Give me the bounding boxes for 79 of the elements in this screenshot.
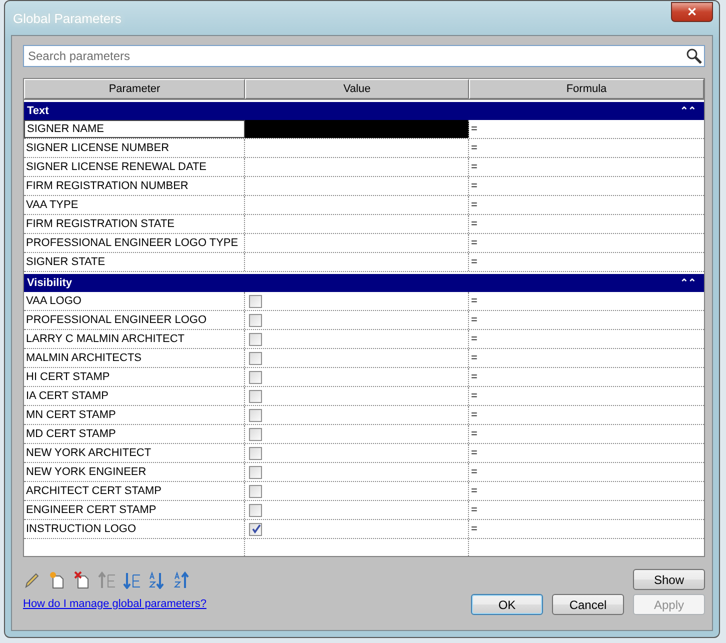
checkbox[interactable] bbox=[249, 314, 262, 326]
checkbox[interactable] bbox=[249, 390, 262, 402]
formula-text: = bbox=[471, 447, 478, 459]
formula-text: = bbox=[471, 237, 478, 249]
window-title: Global Parameters bbox=[12, 10, 122, 26]
edit-icon[interactable] bbox=[23, 570, 41, 588]
formula-text: = bbox=[471, 466, 478, 478]
group-title: Text bbox=[27, 105, 49, 117]
checkbox[interactable] bbox=[249, 294, 262, 308]
checkbox[interactable] bbox=[249, 522, 262, 536]
parameter-name[interactable]: SIGNER NAME bbox=[24, 120, 245, 138]
checkbox[interactable] bbox=[249, 352, 262, 364]
formula-text: = bbox=[471, 142, 478, 154]
formula-text: = bbox=[471, 218, 478, 230]
column-header[interactable]: Parameter bbox=[24, 79, 245, 99]
sort-ascending-icon[interactable] bbox=[148, 570, 166, 588]
move-down-icon[interactable] bbox=[123, 570, 141, 588]
formula-text: = bbox=[471, 371, 478, 383]
formula-text: = bbox=[471, 314, 478, 326]
checkbox[interactable] bbox=[249, 504, 262, 516]
checkbox[interactable] bbox=[249, 408, 262, 422]
formula-text: = bbox=[471, 295, 478, 307]
parameter-name[interactable]: SIGNER LICENSE RENEWAL DATE bbox=[24, 158, 245, 176]
parameter-name[interactable]: ARCHITECT CERT STAMP bbox=[24, 482, 245, 500]
show-button[interactable]: Show bbox=[633, 569, 705, 590]
parameter-name[interactable]: PROFESSIONAL ENGINEER LOGO TYPE bbox=[24, 234, 245, 252]
delete-icon[interactable] bbox=[73, 570, 91, 588]
parameter-name[interactable]: FIRM REGISTRATION NUMBER bbox=[24, 177, 245, 195]
collapse-toggle[interactable]: ⌃⌃ bbox=[680, 277, 696, 289]
parameter-name[interactable]: MD CERT STAMP bbox=[24, 425, 245, 443]
collapse-toggle[interactable]: ⌃⌃ bbox=[680, 105, 696, 117]
parameter-name[interactable]: INSTRUCTION LOGO bbox=[24, 520, 245, 538]
column-header[interactable]: Value bbox=[245, 79, 469, 99]
sort-descending-icon[interactable] bbox=[173, 570, 191, 588]
formula-text: = bbox=[471, 256, 478, 268]
checkbox[interactable] bbox=[249, 446, 262, 460]
formula-text: = bbox=[471, 523, 478, 535]
new-icon[interactable] bbox=[48, 570, 66, 588]
parameter-name[interactable]: SIGNER LICENSE NUMBER bbox=[24, 139, 245, 157]
parameter-name[interactable]: PROFESSIONAL ENGINEER LOGO bbox=[24, 311, 245, 329]
dialog-button[interactable]: Cancel bbox=[552, 594, 624, 615]
parameter-name[interactable]: SIGNER STATE bbox=[24, 253, 245, 271]
checkbox[interactable] bbox=[249, 484, 262, 498]
formula-text: = bbox=[471, 180, 478, 192]
formula-text: = bbox=[471, 333, 478, 345]
parameter-name[interactable]: NEW YORK ARCHITECT bbox=[24, 444, 245, 462]
formula-text: = bbox=[471, 199, 478, 211]
formula-text: = bbox=[471, 428, 478, 440]
parameter-name[interactable]: ENGINEER CERT STAMP bbox=[24, 501, 245, 519]
formula-text: = bbox=[471, 161, 478, 173]
formula-text: = bbox=[471, 504, 478, 516]
dialog-button[interactable]: OK bbox=[471, 594, 543, 615]
parameter-name[interactable]: MALMIN ARCHITECTS bbox=[24, 349, 245, 367]
checkbox[interactable] bbox=[249, 332, 262, 346]
formula-text: = bbox=[471, 123, 478, 135]
checkbox[interactable] bbox=[249, 466, 262, 478]
checkbox[interactable] bbox=[249, 428, 262, 440]
parameter-name[interactable]: MN CERT STAMP bbox=[24, 406, 245, 424]
group-header[interactable]: Visibility ⌃⌃ bbox=[24, 274, 704, 292]
value-cell[interactable] bbox=[245, 120, 469, 138]
parameter-name[interactable]: NEW YORK ENGINEER bbox=[24, 463, 245, 481]
search-icon[interactable] bbox=[686, 48, 702, 64]
parameter-name[interactable]: FIRM REGISTRATION STATE bbox=[24, 215, 245, 233]
group-title: Visibility bbox=[27, 277, 72, 289]
help-link[interactable]: How do I manage global parameters? bbox=[23, 598, 206, 610]
parameter-name[interactable]: VAA LOGO bbox=[24, 292, 245, 310]
search-field[interactable]: Search parameters bbox=[23, 45, 705, 67]
checkbox[interactable] bbox=[249, 370, 262, 384]
formula-text: = bbox=[471, 485, 478, 497]
close-button[interactable]: ✕ bbox=[671, 2, 713, 22]
column-header[interactable]: Formula bbox=[469, 79, 704, 99]
group-header[interactable]: Text ⌃⌃ bbox=[24, 102, 704, 120]
formula-text: = bbox=[471, 352, 478, 364]
parameter-name[interactable]: VAA TYPE bbox=[24, 196, 245, 214]
parameter-name[interactable]: IA CERT STAMP bbox=[24, 387, 245, 405]
parameter-name[interactable]: LARRY C MALMIN ARCHITECT bbox=[24, 330, 245, 348]
formula-text: = bbox=[471, 390, 478, 402]
formula-text: = bbox=[471, 409, 478, 421]
parameter-name[interactable]: HI CERT STAMP bbox=[24, 368, 245, 386]
